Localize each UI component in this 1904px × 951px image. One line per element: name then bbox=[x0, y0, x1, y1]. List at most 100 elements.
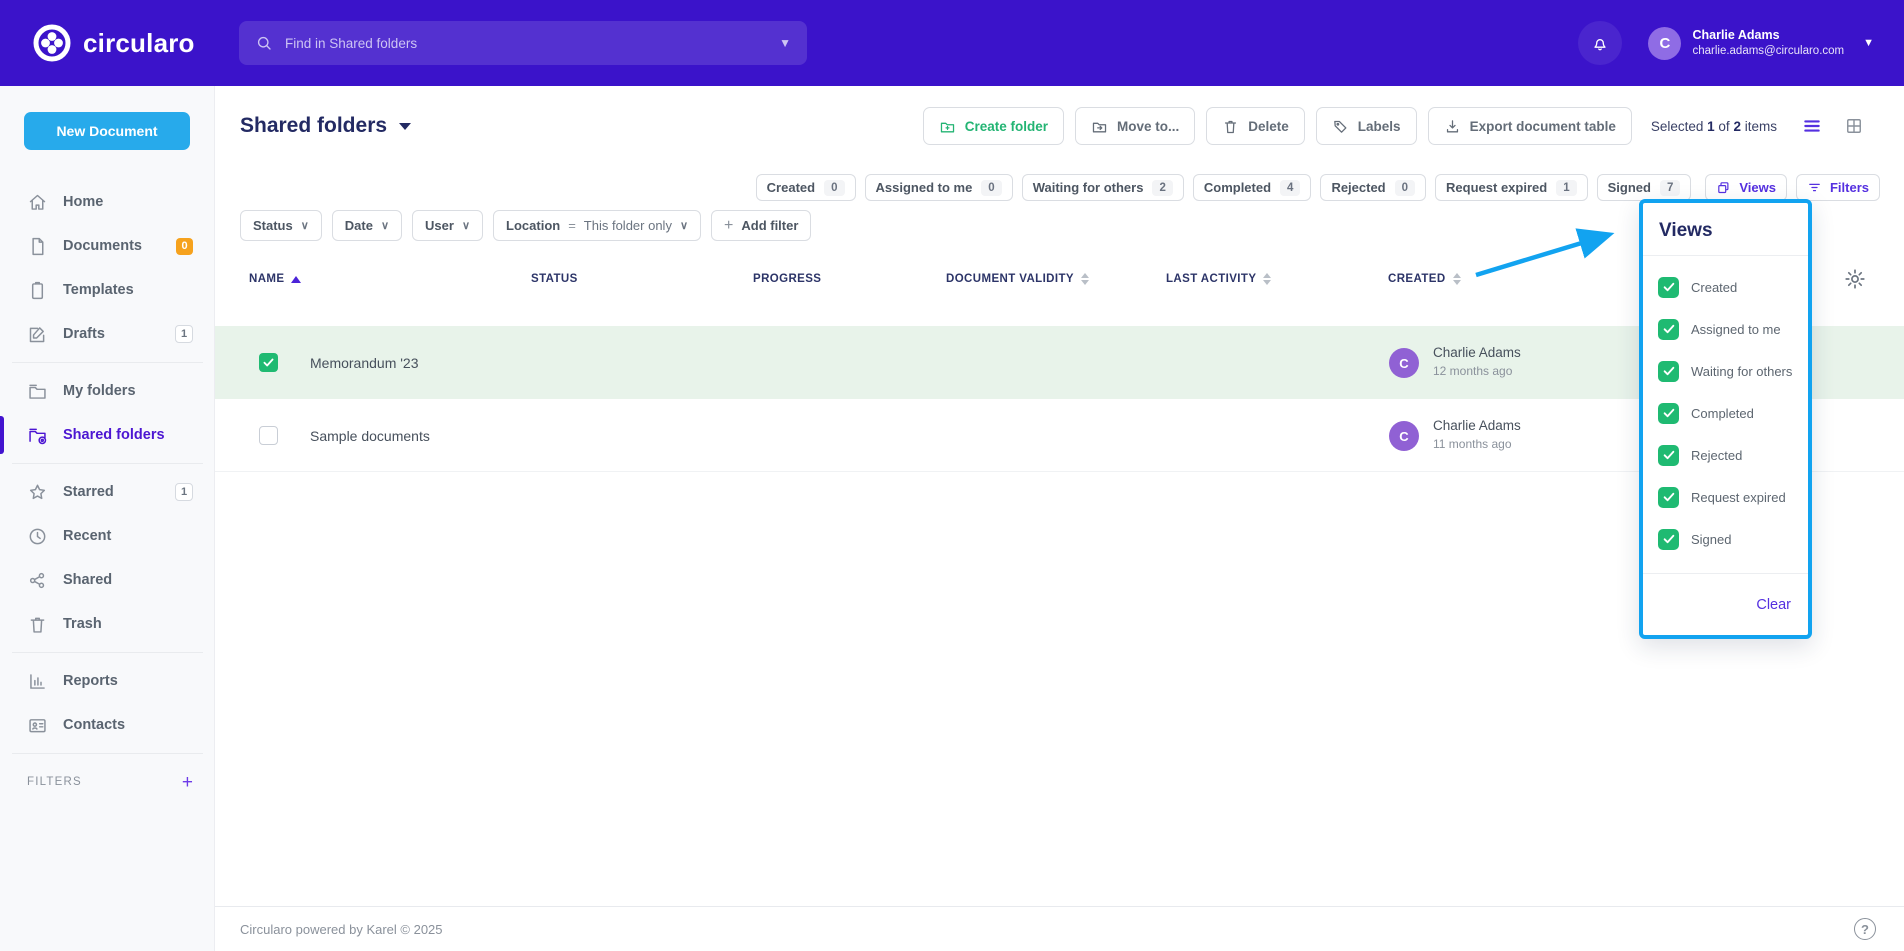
checkbox-checked[interactable] bbox=[1658, 361, 1679, 382]
column-header-document-validity[interactable]: DOCUMENT VALIDITY bbox=[946, 262, 1089, 296]
sidebar-item-starred[interactable]: Starred 1 bbox=[0, 470, 215, 514]
folder-move-icon bbox=[1091, 118, 1108, 135]
sidebar-item-documents[interactable]: Documents 0 bbox=[0, 224, 215, 268]
add-saved-filter-button[interactable]: + bbox=[182, 773, 193, 792]
sidebar-item-my-folders[interactable]: My folders bbox=[0, 369, 215, 413]
sidebar-item-trash[interactable]: Trash bbox=[0, 602, 215, 646]
filter-bar: Status ∨ Date ∨ User ∨ Location = This f… bbox=[240, 210, 811, 241]
row-created-cell: Charlie Adams 12 months ago bbox=[1433, 343, 1521, 380]
chip-count: 2 bbox=[1152, 180, 1172, 196]
page-title: Shared folders bbox=[240, 114, 387, 138]
table-settings-gear-icon[interactable] bbox=[1843, 267, 1867, 291]
app-header: circularo ▼ C Charlie Adams charlie.adam… bbox=[0, 0, 1904, 86]
chevron-down-icon: ∨ bbox=[680, 219, 688, 232]
views-panel-title: Views bbox=[1643, 203, 1808, 256]
filter-date-dropdown[interactable]: Date ∨ bbox=[332, 210, 402, 241]
chevron-down-icon: ∨ bbox=[301, 219, 309, 232]
sidebar-item-recent[interactable]: Recent bbox=[0, 514, 215, 558]
toolbar: Create folder Move to... Delete Labels E… bbox=[923, 106, 1864, 146]
export-document-table-button[interactable]: Export document table bbox=[1428, 107, 1632, 145]
add-filter-button[interactable]: + Add filter bbox=[711, 210, 811, 241]
column-header-last-activity[interactable]: LAST ACTIVITY bbox=[1166, 262, 1271, 296]
filter-operator: = bbox=[568, 218, 576, 233]
chip-assigned-to-me[interactable]: Assigned to me 0 bbox=[865, 174, 1013, 201]
download-icon bbox=[1444, 118, 1461, 135]
chevron-down-icon: ∨ bbox=[462, 219, 470, 232]
sidebar-item-templates[interactable]: Templates bbox=[0, 268, 215, 312]
chip-request-expired[interactable]: Request expired 1 bbox=[1435, 174, 1588, 201]
sidebar-item-home[interactable]: Home bbox=[0, 180, 215, 224]
sidebar-item-shared[interactable]: Shared bbox=[0, 558, 215, 602]
row-name[interactable]: Memorandum '23 bbox=[310, 326, 419, 399]
share-icon bbox=[27, 570, 48, 591]
chip-waiting-for-others[interactable]: Waiting for others 2 bbox=[1022, 174, 1184, 201]
checkbox-checked[interactable] bbox=[1658, 319, 1679, 340]
help-icon[interactable]: ? bbox=[1854, 918, 1876, 940]
views-option-signed[interactable]: Signed bbox=[1643, 518, 1808, 560]
sort-icon bbox=[1263, 273, 1271, 285]
row-checkbox[interactable] bbox=[259, 426, 278, 445]
sidebar-item-reports[interactable]: Reports bbox=[0, 659, 215, 703]
list-view-icon[interactable] bbox=[1802, 116, 1822, 136]
row-checkbox[interactable] bbox=[259, 353, 278, 372]
chip-count: 7 bbox=[1660, 180, 1680, 196]
search-scope-caret-icon[interactable]: ▼ bbox=[779, 36, 791, 50]
contact-card-icon bbox=[27, 715, 48, 736]
checkbox-checked[interactable] bbox=[1658, 487, 1679, 508]
sidebar-filters-section: FILTERS + bbox=[0, 764, 215, 800]
created-when: 11 months ago bbox=[1433, 436, 1521, 453]
move-to-button[interactable]: Move to... bbox=[1075, 107, 1195, 145]
checkbox-checked[interactable] bbox=[1658, 277, 1679, 298]
plus-icon: + bbox=[724, 217, 733, 235]
checkbox-checked[interactable] bbox=[1658, 445, 1679, 466]
filter-location-dropdown[interactable]: Location = This folder only ∨ bbox=[493, 210, 701, 241]
sidebar-item-label: Contacts bbox=[63, 717, 125, 733]
checkbox-checked[interactable] bbox=[1658, 529, 1679, 550]
views-button[interactable]: Views bbox=[1705, 174, 1787, 201]
sidebar-item-label: Reports bbox=[63, 673, 118, 689]
filters-button[interactable]: Filters bbox=[1796, 174, 1880, 201]
labels-button[interactable]: Labels bbox=[1316, 107, 1417, 145]
views-layers-icon bbox=[1716, 180, 1731, 195]
sidebar-item-drafts[interactable]: Drafts 1 bbox=[0, 312, 215, 356]
column-header-status[interactable]: STATUS bbox=[531, 262, 578, 296]
sidebar-item-label: Templates bbox=[63, 282, 134, 298]
filter-user-dropdown[interactable]: User ∨ bbox=[412, 210, 483, 241]
new-document-button[interactable]: New Document bbox=[24, 112, 190, 150]
chip-signed[interactable]: Signed 7 bbox=[1597, 174, 1692, 201]
row-name[interactable]: Sample documents bbox=[310, 399, 430, 472]
avatar: C bbox=[1389, 348, 1419, 378]
sidebar-item-contacts[interactable]: Contacts bbox=[0, 703, 215, 747]
chip-created[interactable]: Created 0 bbox=[756, 174, 856, 201]
views-option-request-expired[interactable]: Request expired bbox=[1643, 476, 1808, 518]
search-input[interactable] bbox=[285, 36, 769, 51]
sort-icon bbox=[1453, 273, 1461, 285]
global-search[interactable]: ▼ bbox=[239, 21, 807, 65]
column-header-created[interactable]: CREATED bbox=[1388, 262, 1461, 296]
checkbox-checked[interactable] bbox=[1658, 403, 1679, 424]
grid-view-icon[interactable] bbox=[1844, 116, 1864, 136]
notifications-button[interactable] bbox=[1578, 21, 1622, 65]
chip-rejected[interactable]: Rejected 0 bbox=[1320, 174, 1426, 201]
views-option-waiting-for-others[interactable]: Waiting for others bbox=[1643, 350, 1808, 392]
filter-status-dropdown[interactable]: Status ∨ bbox=[240, 210, 322, 241]
sidebar-item-shared-folders[interactable]: Shared folders bbox=[0, 413, 215, 457]
views-option-rejected[interactable]: Rejected bbox=[1643, 434, 1808, 476]
user-menu[interactable]: C Charlie Adams charlie.adams@circularo.… bbox=[1648, 27, 1874, 60]
chip-completed[interactable]: Completed 4 bbox=[1193, 174, 1312, 201]
views-option-assigned-to-me[interactable]: Assigned to me bbox=[1643, 308, 1808, 350]
creator-name: Charlie Adams bbox=[1433, 343, 1521, 363]
views-option-completed[interactable]: Completed bbox=[1643, 392, 1808, 434]
views-option-created[interactable]: Created bbox=[1643, 266, 1808, 308]
trash-icon bbox=[1222, 118, 1239, 135]
column-header-progress[interactable]: PROGRESS bbox=[753, 262, 821, 296]
filter-value: This folder only bbox=[584, 218, 672, 233]
page-title-caret-icon[interactable] bbox=[399, 123, 411, 130]
chevron-down-icon: ∨ bbox=[381, 219, 389, 232]
views-clear-link[interactable]: Clear bbox=[1756, 597, 1791, 613]
column-header-name[interactable]: NAME bbox=[249, 262, 301, 296]
search-icon bbox=[255, 34, 273, 52]
delete-button[interactable]: Delete bbox=[1206, 107, 1305, 145]
create-folder-button[interactable]: Create folder bbox=[923, 107, 1064, 145]
user-email: charlie.adams@circularo.com bbox=[1692, 44, 1844, 60]
